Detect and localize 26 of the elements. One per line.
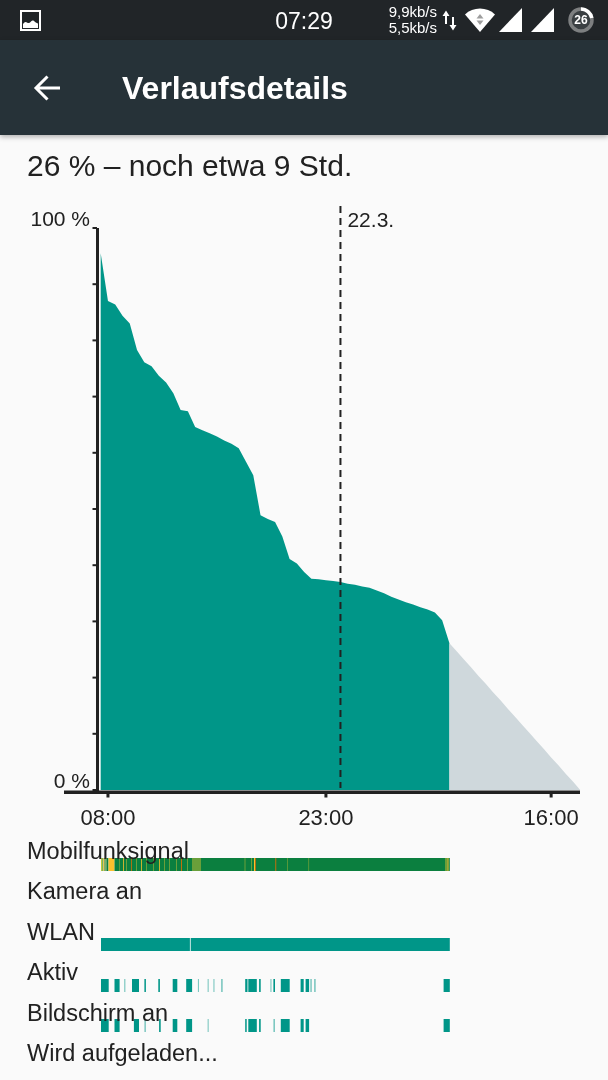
timeline-label: Kamera an [27, 877, 142, 906]
clock-time: 07:29 [275, 10, 333, 33]
timeline-label: Wird aufgeladen... [27, 1038, 218, 1067]
timeline-label: Bildschirm an [27, 998, 169, 1027]
battery-ring-icon [568, 7, 594, 33]
x-tick-label: 08:00 [80, 804, 136, 830]
x-tick-label: 23:00 [298, 804, 354, 830]
data-transfer-icon [442, 9, 457, 31]
y-tick-label: 0 % [53, 769, 90, 792]
x-tick-label: 16:00 [523, 804, 579, 830]
cell-signal-icon [531, 8, 554, 32]
back-arrow-icon [33, 73, 61, 102]
wifi-icon [465, 8, 495, 32]
image-icon [20, 9, 41, 31]
y-tick-label: 100 % [30, 207, 90, 230]
cell-signal-icon [499, 8, 522, 32]
battery-summary: 26 % – noch etwa 9 Std. [26, 148, 354, 184]
network-speed: 5,5kb/s [388, 20, 437, 36]
back-button[interactable] [33, 73, 61, 102]
network-speed: 9,9kb/s [388, 4, 437, 20]
timeline-label: WLAN [27, 917, 95, 946]
date-marker-label: 22.3. [347, 208, 395, 231]
timeline-label: Aktiv [27, 958, 78, 987]
battery-percentage: 26 [574, 13, 588, 27]
timeline-label: Mobilfunksignal [27, 836, 189, 865]
screen-title: Verlaufsdetails [122, 68, 348, 108]
